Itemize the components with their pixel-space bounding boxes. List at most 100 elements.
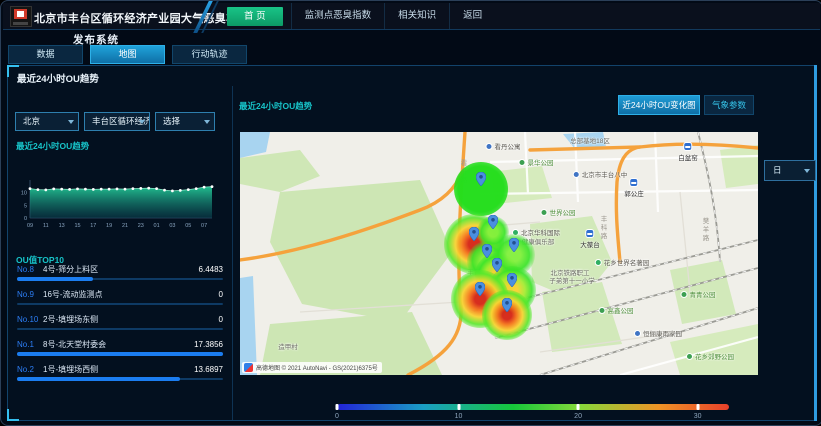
tab-1[interactable]: 地图 [90,45,165,64]
svg-text:05: 05 [185,223,191,229]
ou-top-row-1: No.916号-流动监测点0 [17,289,223,305]
map-attribution: 高德地图 © 2021 AutoNavi - GS(2021)6375号 [242,362,382,373]
ou-top-row-0: No.84号-筛分上料区6.4483 [17,264,223,280]
scale-tick-mark [457,404,460,410]
park-icon [599,307,606,314]
map-label-3: 白盆窑 [678,142,698,162]
chevron-down-icon [139,120,145,124]
svg-text:23: 23 [138,223,144,229]
scale-tick-label: 20 [574,413,582,420]
site-name: 16号-流动监测点 [43,289,219,300]
nav-item-2[interactable]: 相关知识 [384,3,449,29]
site-marker-icon-4[interactable] [492,258,502,277]
rank-label: No.10 [17,315,43,324]
ou-top-row-3: No.18号-北天堂村委会17.3856 [17,339,223,355]
poi-icon [486,143,493,150]
tab-2[interactable]: 行动轨迹 [172,45,247,64]
site-marker-icon-0[interactable] [476,172,486,191]
value-bar-fill [17,352,223,356]
value-bar-track [17,353,223,355]
value-bar-fill [17,277,93,281]
tab-0[interactable]: 数据 [8,45,83,64]
svg-text:13: 13 [59,223,65,229]
svg-text:21: 21 [122,223,128,229]
park-icon [519,159,526,166]
nav-item-1[interactable]: 监测点恶臭指数 [291,3,385,29]
value-bar-fill [17,377,180,381]
filter-select-1[interactable]: 丰台区循环经济产 [84,112,150,131]
nav-item-3[interactable]: 返回 [449,3,495,29]
nav-item-0[interactable]: 首 页 [227,7,283,26]
app-root: 北京市丰台区循环经济产业园大气恶臭状况实时 首 页监测点恶臭指数相关知识返回 发… [0,0,821,426]
ou-top-row-4: No.21号-填埋场西侧13.6897 [17,364,223,380]
poi-icon [634,330,641,337]
map-label-16: 花乡郊野公园 [686,351,734,361]
map-label-10: 花乡世界名著园 [595,257,650,267]
rank-label: No.8 [17,265,43,274]
svg-text:5: 5 [24,203,27,209]
map-label-15: 青青公园 [681,289,716,299]
park-icon [681,291,688,298]
map-label-1: 景华公园 [519,157,554,167]
svg-text:15: 15 [74,223,80,229]
site-name: 1号-填埋场西侧 [43,364,194,375]
site-marker-icon-8[interactable] [502,298,512,317]
period-select-value: 日 [773,165,782,175]
filter-selects: 北京丰台区循环经济产选择 [15,112,215,131]
main-nav: 首 页监测点恶臭指数相关知识返回 [227,3,495,29]
ou-top-row-2: No.102号-填埋场东侧0 [17,314,223,330]
site-name: 2号-填埋场东侧 [43,314,219,325]
map-label-14: 恒俪康雨家园 [634,328,682,338]
value-bar-track [17,328,223,330]
ou-change-map-button[interactable]: 近24小时OU变化图 [618,95,700,115]
left-column: 北京丰台区循环经济产选择 最近24小时OU趋势 0510091113151719… [8,86,233,420]
svg-text:17: 17 [90,223,96,229]
ou-trend-chart: 0510091113151719212301030507 [14,174,219,238]
map-label-4: 北京市丰台八中 [573,169,628,179]
scale-gradient-bar [337,404,729,410]
scale-tick-label: 10 [455,413,463,420]
view-tabs: 数据地图行动轨迹 [8,45,247,64]
scale-tick-mark [696,404,699,410]
ou-value: 13.6897 [194,365,223,374]
svg-text:11: 11 [43,223,49,229]
period-select[interactable]: 日 [764,160,816,181]
ou-value: 0 [219,290,223,299]
filter-select-0[interactable]: 北京 [15,112,79,131]
svg-text:0: 0 [24,216,27,222]
map-trend-label: 最近24小时OU趋势 [239,100,312,112]
rank-label: No.2 [17,365,43,374]
app-header: 北京市丰台区循环经济产业园大气恶臭状况实时 首 页监测点恶臭指数相关知识返回 [3,3,820,30]
panel-title: 最近24小时OU趋势 [17,71,99,85]
scale-tick-label: 30 [694,413,702,420]
metro-icon [586,229,595,238]
ou-value: 0 [219,315,223,324]
svg-text:03: 03 [169,223,175,229]
site-marker-icon-3[interactable] [482,244,492,263]
site-marker-icon-7[interactable] [475,282,485,301]
map-label-0: 看丹公寓 [486,141,521,151]
weather-params-button[interactable]: 气象参数 [704,95,754,115]
park-icon [686,353,693,360]
heatmap-scale: 0102030 [337,404,729,424]
site-marker-icon-1[interactable] [469,227,479,246]
site-marker-icon-2[interactable] [488,215,498,234]
panel-right-accent [814,65,817,421]
map-label-5: 郭公庄 [624,178,644,198]
map-label-21: 丰科路 [597,215,607,241]
svg-text:01: 01 [154,223,160,229]
map-canvas[interactable]: 看丹公寓景华公园总部基地18区白盆窑北京市丰台八中郭公庄世界公园北京华科国际健康… [240,132,758,375]
site-marker-icon-6[interactable] [507,273,517,292]
filter-select-2[interactable]: 选择 [155,112,215,131]
ou-value: 17.3856 [194,340,223,349]
site-marker-icon-5[interactable] [509,238,519,257]
svg-text:19: 19 [106,223,112,229]
chevron-down-icon [804,169,810,173]
ou-value: 6.4483 [199,265,223,274]
map-label-17: 造甲村 [278,341,298,351]
svg-text:07: 07 [201,223,207,229]
map-label-12: 子弟第十一小学 [549,275,595,285]
map-label-2: 总部基地18区 [570,135,610,145]
value-bar-track [17,378,223,380]
rank-label: No.1 [17,340,43,349]
